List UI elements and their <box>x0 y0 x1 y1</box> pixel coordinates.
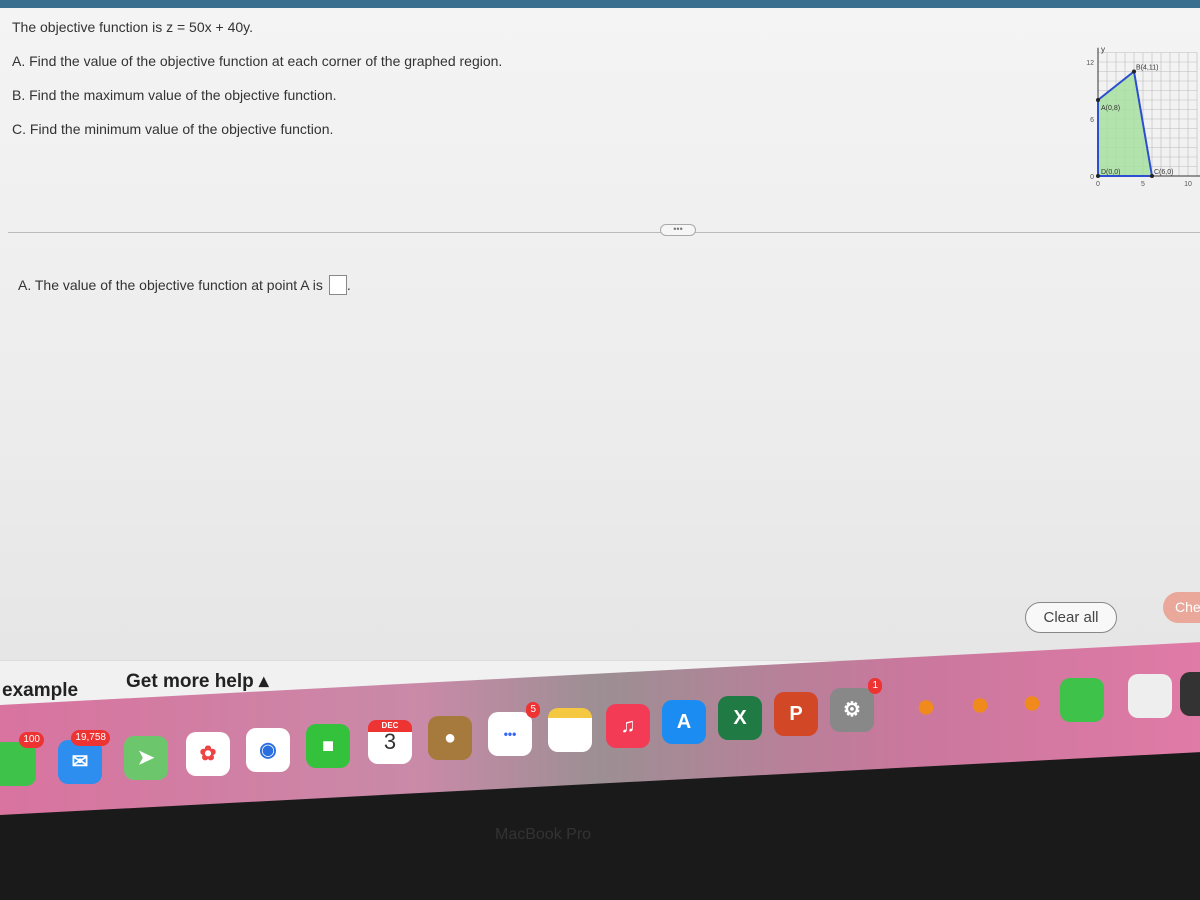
corner-label: A(0,8) <box>1101 105 1120 112</box>
more-button[interactable]: ••• <box>660 224 696 236</box>
app-icon-dark[interactable] <box>1180 672 1200 716</box>
notes-icon[interactable] <box>548 708 592 752</box>
document-icon[interactable] <box>1128 674 1172 718</box>
settings-badge: 1 <box>868 678 882 694</box>
app-icon-orange-3[interactable]: ● <box>1010 680 1054 724</box>
maps-icon[interactable]: ➤ <box>124 736 168 780</box>
messages-badge: 100 <box>19 732 44 748</box>
x-tick-label: 0 <box>1096 181 1100 188</box>
reminders-icon[interactable]: ••• 5 <box>488 702 540 756</box>
calendar-day: 3 <box>383 729 397 754</box>
system-settings-icon[interactable]: ⚙ 1 <box>830 678 882 732</box>
corner-label: C(6,0) <box>1154 169 1173 176</box>
reminders-badge: 5 <box>526 702 540 718</box>
y-tick-label: 12 <box>1086 60 1094 67</box>
contacts-icon[interactable]: ● <box>428 716 472 760</box>
top-bar <box>0 0 1200 8</box>
x-tick-label: 5 <box>1141 181 1145 188</box>
app-icon-green[interactable] <box>1060 678 1104 722</box>
browser-content: The objective function is z = 50x + 40y.… <box>0 0 1200 720</box>
app-icon-orange-2[interactable]: ● <box>958 682 1002 726</box>
part-c-text: C. Find the minimum value of the objecti… <box>12 121 334 137</box>
excel-icon[interactable]: X <box>718 696 762 740</box>
answer-input[interactable] <box>328 275 347 295</box>
dock-icons: 100 ✉ 19,758 ➤ ✿ ◉ ■ DEC 3 ● ••• 5 ♫ A X P … <box>0 672 1200 810</box>
answer-prompt: A. The value of the objective function a… <box>18 277 323 293</box>
clear-all-button[interactable]: Clear all <box>1025 602 1117 633</box>
laptop-label: MacBook Pro <box>495 826 592 843</box>
corner-label: D(0,0) <box>1101 169 1120 176</box>
y-tick-label: 0 <box>1090 174 1094 181</box>
calendar-icon[interactable]: DEC 3 <box>368 720 412 764</box>
objective-text: The objective function is z = 50x + 40y. <box>12 19 253 35</box>
corner-point <box>1096 98 1100 102</box>
divider <box>8 232 1200 233</box>
part-b-text: B. Find the maximum value of the objecti… <box>12 87 337 103</box>
app-icon-orange-1[interactable]: ● <box>904 684 948 728</box>
mail-icon[interactable]: ✉ 19,758 <box>58 730 110 784</box>
corner-point <box>1096 174 1100 178</box>
check-answer-button[interactable]: Che <box>1163 592 1200 623</box>
mail-badge: 19,758 <box>71 730 110 746</box>
feasible-region <box>1097 69 1154 177</box>
chrome-icon[interactable]: ◉ <box>246 728 290 772</box>
part-a-text: A. Find the value of the objective funct… <box>12 53 503 69</box>
powerpoint-icon[interactable]: P <box>774 692 818 736</box>
facetime-icon[interactable]: ■ <box>306 724 350 768</box>
answer-row: A. The value of the objective function a… <box>18 275 351 295</box>
x-tick-label: 10 <box>1184 181 1192 188</box>
feasible-region-graph: y A(0,8) B(4,11) C(6,0) D(0,0) 12 6 00 5 10 <box>1086 45 1200 188</box>
y-axis-label: y <box>1101 45 1105 54</box>
photos-icon[interactable]: ✿ <box>186 732 230 776</box>
music-icon[interactable]: ♫ <box>606 704 650 748</box>
period: . <box>346 277 351 293</box>
messages-icon[interactable]: 100 <box>0 732 44 786</box>
corner-label: B(4,11) <box>1136 65 1158 72</box>
y-tick-label: 6 <box>1090 117 1094 124</box>
app-store-icon[interactable]: A <box>662 700 706 744</box>
